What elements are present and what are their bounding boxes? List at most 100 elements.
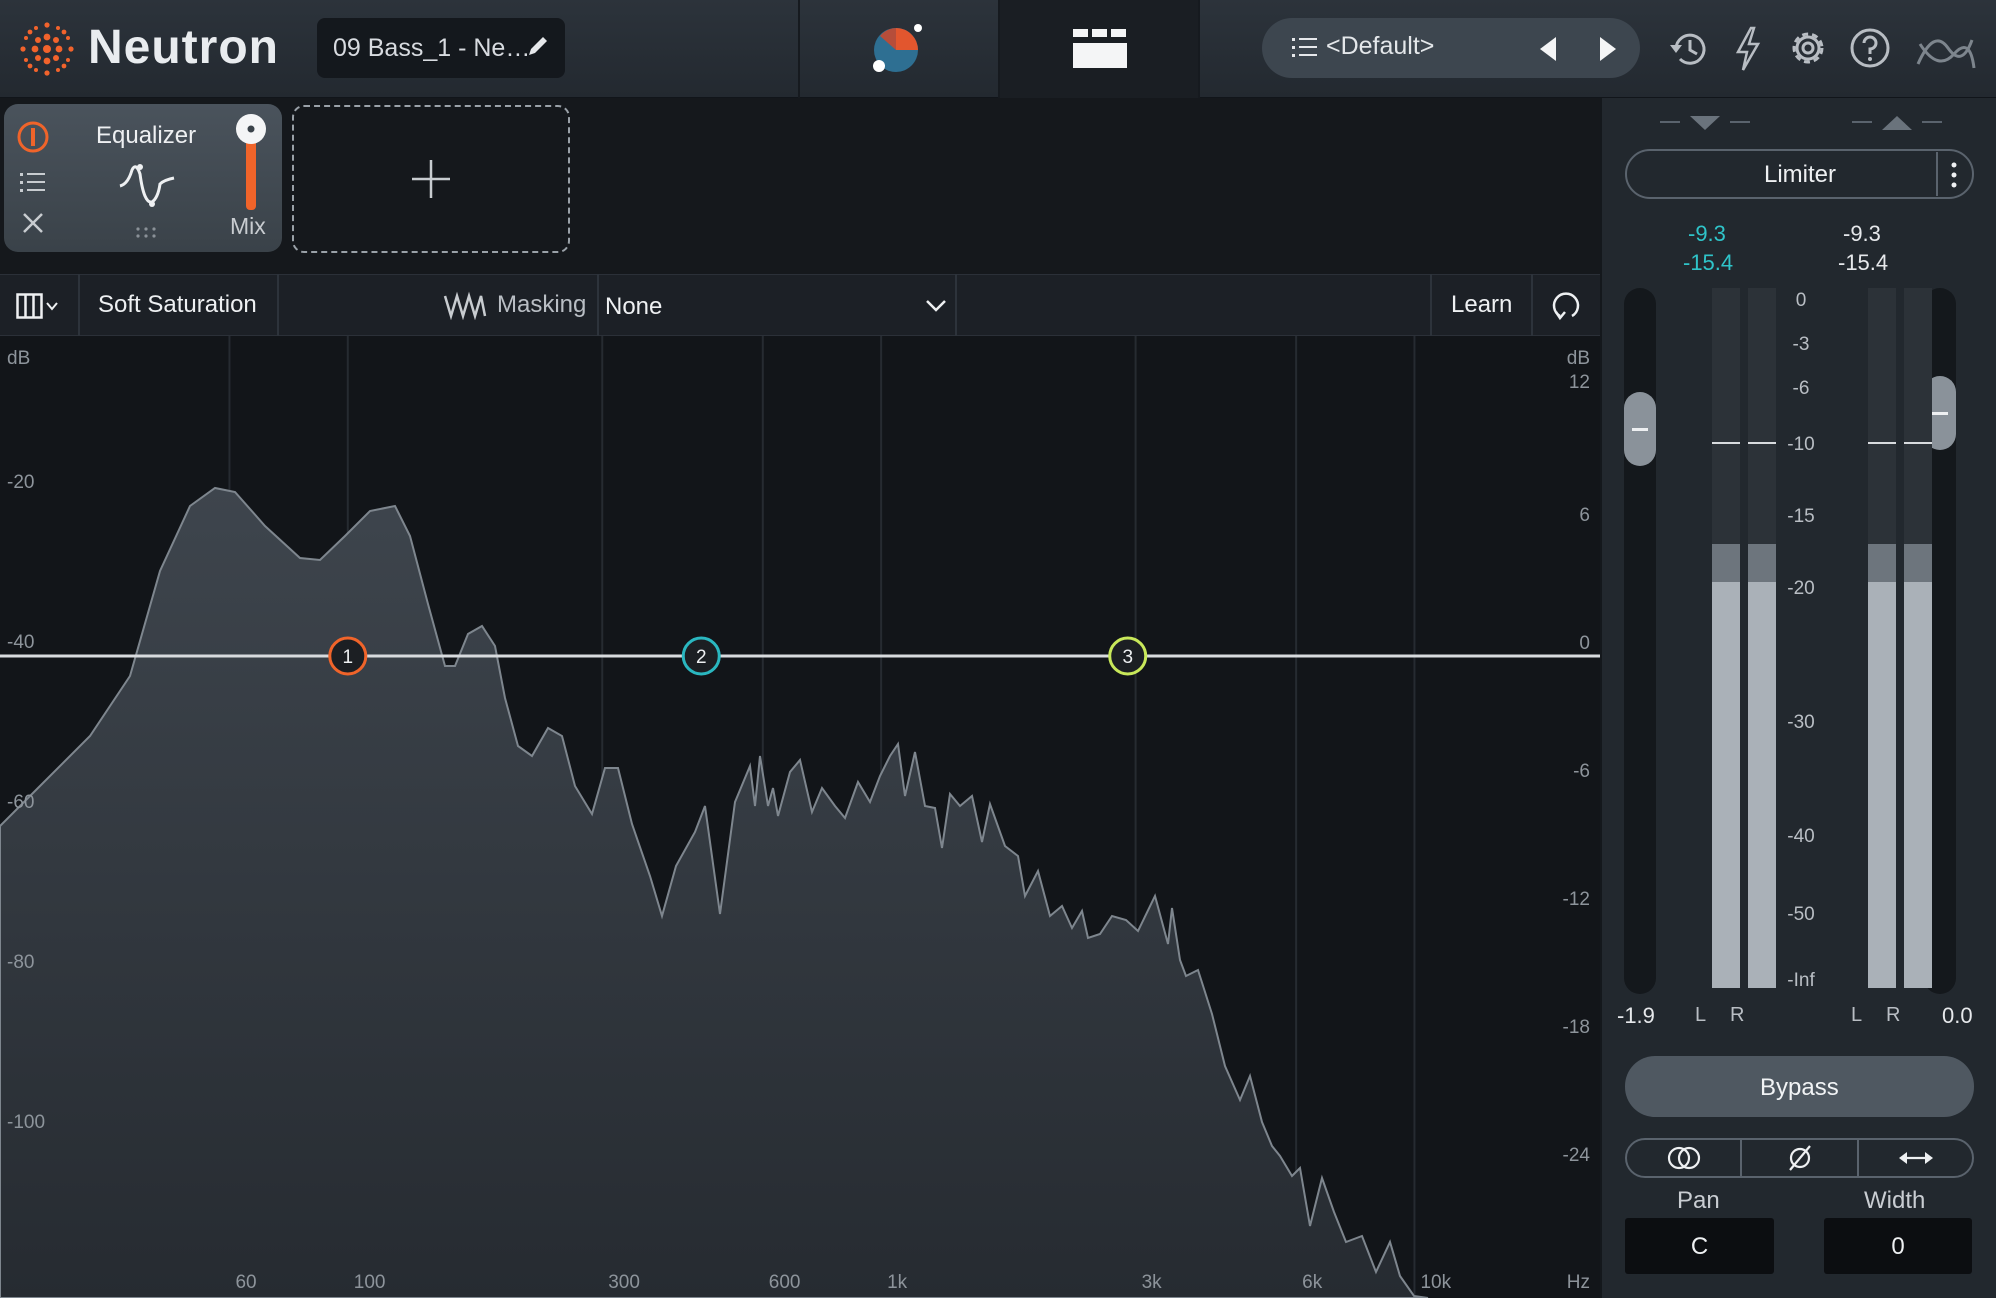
input-meter-collapse-icon[interactable] <box>1660 110 1750 132</box>
frequency-tick: 3k <box>1142 1272 1163 1293</box>
meter-scale-tick: -6 <box>1793 378 1810 399</box>
meter-level <box>1748 582 1776 988</box>
prev-arrow-icon[interactable] <box>1538 36 1558 62</box>
meter-scale-tick: -20 <box>1787 578 1814 599</box>
module-grid-icon <box>1073 29 1127 68</box>
divider <box>597 274 599 336</box>
output-gain-value: 0.0 <box>1942 1003 1973 1028</box>
meter-peak <box>1748 544 1776 582</box>
preset-name: <Default> <box>1326 32 1435 60</box>
learn-button[interactable]: Learn <box>1451 291 1512 319</box>
list-icon <box>1292 38 1317 57</box>
saturation-mode-button[interactable]: Soft Saturation <box>98 291 257 319</box>
output-right-label: R <box>1886 1004 1901 1026</box>
output-rms: -15.4 <box>1838 250 1889 275</box>
input-gain-handle[interactable] <box>1624 392 1656 466</box>
left-db-unit: dB <box>7 348 30 369</box>
output-left-label: L <box>1851 1004 1863 1026</box>
gear-icon[interactable] <box>1786 26 1830 70</box>
visual-mixer-icon[interactable] <box>866 20 926 80</box>
frequency-tick: 60 <box>235 1272 256 1293</box>
output-meter-collapse-icon[interactable] <box>1852 110 1942 132</box>
left-db-tick: -20 <box>7 472 34 493</box>
close-icon[interactable] <box>22 212 44 234</box>
eq-band-node[interactable]: 3 <box>1108 636 1148 676</box>
mix-slider[interactable] <box>234 112 268 212</box>
more-options-icon[interactable] <box>1948 160 1960 190</box>
eq-band-node[interactable]: 2 <box>681 636 721 676</box>
frequency-tick: 10k <box>1420 1272 1451 1293</box>
chevron-down-icon[interactable] <box>924 298 948 314</box>
input-peak: -9.3 <box>1688 221 1726 246</box>
app-name: Neutron <box>88 21 279 74</box>
left-db-tick: -100 <box>7 1112 45 1133</box>
columns-icon[interactable] <box>16 293 60 319</box>
meter-level <box>1712 582 1740 988</box>
pan-label: Pan <box>1677 1187 1720 1214</box>
right-db-tick: -12 <box>1563 889 1590 910</box>
frequency-tick: 6k <box>1302 1272 1323 1293</box>
lightning-icon[interactable] <box>1734 26 1762 72</box>
input-gain-value: -1.9 <box>1617 1003 1655 1028</box>
input-left-label: L <box>1695 1004 1707 1026</box>
divider <box>1531 274 1533 336</box>
list-icon[interactable] <box>20 172 46 194</box>
help-icon[interactable] <box>1848 26 1892 70</box>
meter-scale-tick: -50 <box>1787 904 1814 925</box>
power-icon[interactable] <box>16 120 50 154</box>
meter-scale-tick: -40 <box>1787 826 1814 847</box>
left-db-tick: -60 <box>7 792 34 813</box>
masking-icon <box>443 291 487 320</box>
meter-hold <box>1868 442 1896 444</box>
right-db-tick: 0 <box>1579 633 1590 654</box>
divider <box>1198 0 1200 98</box>
right-db-tick: 12 <box>1569 372 1590 393</box>
left-db-tick: -80 <box>7 952 34 973</box>
masking-dropdown[interactable]: None <box>605 293 662 321</box>
meter-level <box>1904 582 1932 988</box>
meter-module-name: Limiter <box>1764 161 1837 188</box>
track-title: 09 Bass_1 - Ne… <box>333 34 531 62</box>
drag-handle-icon[interactable] <box>134 226 158 240</box>
loop-icon[interactable] <box>1550 288 1582 322</box>
mix-label: Mix <box>230 213 266 239</box>
meter-hold <box>1712 442 1740 444</box>
meter-scale-tick: -30 <box>1787 712 1814 733</box>
phase-icon[interactable] <box>1786 1145 1814 1171</box>
divider <box>798 0 800 98</box>
left-db-tick: -40 <box>7 632 34 653</box>
output-peak: -9.3 <box>1843 221 1881 246</box>
eq-graph[interactable]: -20-40-60-80-100 1260-6-12-18-24 60 100 30… <box>0 336 1600 1298</box>
stereo-link-icon[interactable] <box>1666 1145 1702 1171</box>
meter-scale-tick: -15 <box>1787 506 1814 527</box>
right-db-tick: -18 <box>1563 1017 1590 1038</box>
right-db-tick: -6 <box>1573 761 1590 782</box>
divider <box>277 274 279 336</box>
meter-scale-tick: 0 <box>1796 290 1807 311</box>
meter-scale-tick: -10 <box>1787 434 1814 455</box>
width-label: Width <box>1864 1187 1926 1214</box>
pan-value-field[interactable]: C <box>1625 1218 1774 1274</box>
meter-scale-tick: -3 <box>1793 334 1810 355</box>
frequency-tick: 300 <box>608 1272 640 1293</box>
frequency-tick: 1k <box>887 1272 908 1293</box>
next-arrow-icon[interactable] <box>1598 36 1618 62</box>
swap-icon[interactable] <box>1898 1148 1934 1168</box>
divider <box>78 274 80 336</box>
width-value-field[interactable]: 0 <box>1824 1218 1972 1274</box>
history-icon[interactable] <box>1666 28 1710 70</box>
pencil-icon[interactable] <box>526 34 550 58</box>
eq-band-node[interactable]: 1 <box>328 636 368 676</box>
eq-band-label: 3 <box>1122 647 1133 668</box>
meter-level <box>1868 582 1896 988</box>
bypass-label: Bypass <box>1760 1074 1839 1101</box>
izotope-logo-icon <box>1916 39 1976 69</box>
input-rms: -15.4 <box>1683 250 1734 275</box>
meter-hold <box>1904 442 1932 444</box>
frequency-tick: 100 <box>354 1272 386 1293</box>
divider <box>1430 274 1432 336</box>
input-right-label: R <box>1730 1004 1745 1026</box>
divider <box>955 274 957 336</box>
preset-selector[interactable] <box>1262 18 1640 78</box>
meter-peak <box>1904 544 1932 582</box>
